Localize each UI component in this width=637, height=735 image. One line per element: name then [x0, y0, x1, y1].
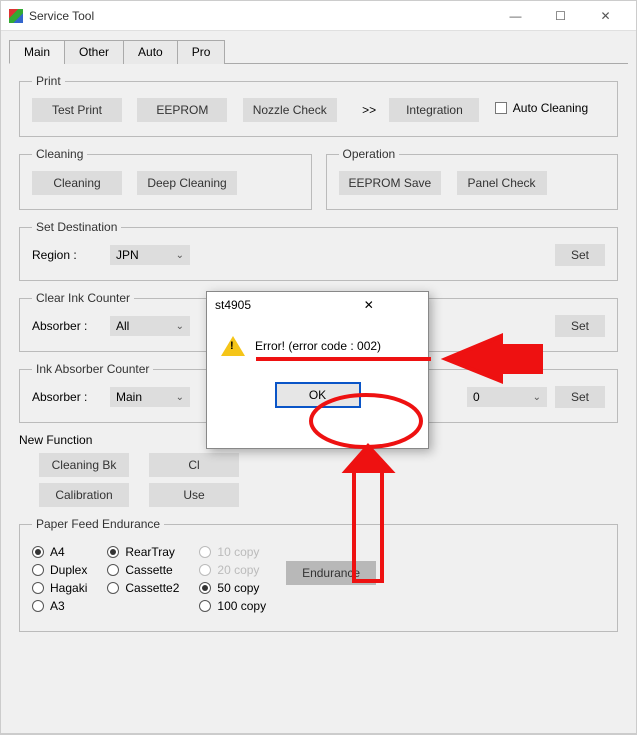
radio-icon — [107, 582, 119, 594]
absorber-label: Absorber : — [32, 319, 102, 333]
eeprom-save-button[interactable]: EEPROM Save — [339, 171, 442, 195]
radio-icon — [32, 546, 44, 558]
print-legend: Print — [32, 74, 65, 88]
radio-icon — [107, 564, 119, 576]
radio-10copy[interactable]: 10 copy — [199, 545, 266, 559]
dialog-title: st4905 — [215, 298, 318, 312]
error-dialog: st4905 ✕ Error! (error code : 002) OK — [206, 291, 429, 449]
absorber-value: All — [116, 319, 129, 333]
region-value: JPN — [116, 248, 139, 262]
copies-radiogroup: 10 copy 20 copy 50 copy 100 copy — [199, 541, 266, 617]
dialog-message: Error! (error code : 002) — [255, 339, 381, 353]
test-print-button[interactable]: Test Print — [32, 98, 122, 122]
tab-pro[interactable]: Pro — [177, 40, 226, 64]
radio-icon — [32, 564, 44, 576]
radio-hagaki[interactable]: Hagaki — [32, 581, 87, 595]
deep-cleaning-button[interactable]: Deep Cleaning — [137, 171, 236, 195]
set-destination-group: Set Destination Region : JPN ⌄ Set — [19, 220, 618, 281]
calibration-button[interactable]: Calibration — [39, 483, 129, 507]
radio-duplex[interactable]: Duplex — [32, 563, 87, 577]
radio-icon — [107, 546, 119, 558]
chevron-down-icon: ⌄ — [533, 392, 541, 403]
radio-100copy[interactable]: 100 copy — [199, 599, 266, 613]
integration-button[interactable]: Integration — [389, 98, 479, 122]
region-set-button[interactable]: Set — [555, 244, 605, 266]
paper-feed-legend: Paper Feed Endurance — [32, 517, 164, 531]
radio-a3[interactable]: A3 — [32, 599, 87, 613]
absorber-select[interactable]: All ⌄ — [110, 316, 190, 336]
cleaning-legend: Cleaning — [32, 147, 87, 161]
auto-cleaning-checkbox[interactable]: Auto Cleaning — [495, 101, 588, 115]
tab-main[interactable]: Main — [9, 40, 65, 64]
ink-absorber-select[interactable]: Main ⌄ — [110, 387, 190, 407]
maximize-button[interactable]: ☐ — [538, 9, 583, 23]
endurance-button[interactable]: Endurance — [286, 561, 376, 585]
tab-other[interactable]: Other — [64, 40, 124, 64]
radio-reartray[interactable]: RearTray — [107, 545, 179, 559]
window-title: Service Tool — [29, 9, 493, 23]
dialog-body: Error! (error code : 002) — [207, 318, 428, 374]
ink-absorber-label: Absorber : — [32, 390, 102, 404]
auto-cleaning-label: Auto Cleaning — [513, 101, 588, 115]
radio-cassette[interactable]: Cassette — [107, 563, 179, 577]
set-destination-legend: Set Destination — [32, 220, 121, 234]
eeprom-button[interactable]: EEPROM — [137, 98, 227, 122]
app-icon — [9, 9, 23, 23]
chevron-down-icon: ⌄ — [176, 250, 184, 261]
ink-absorber-num-select[interactable]: 0 ⌄ — [467, 387, 547, 407]
cleaning-group: Cleaning Cleaning Deep Cleaning — [19, 147, 312, 210]
nozzle-check-button[interactable]: Nozzle Check — [243, 98, 337, 122]
tray-radiogroup: RearTray Cassette Cassette2 — [107, 541, 179, 599]
ink-absorber-set-button[interactable]: Set — [555, 386, 605, 408]
panel-check-button[interactable]: Panel Check — [457, 171, 547, 195]
dialog-ok-button[interactable]: OK — [275, 382, 361, 408]
titlebar: Service Tool — ☐ ✕ — [1, 1, 636, 31]
radio-icon — [199, 582, 211, 594]
radio-cassette2[interactable]: Cassette2 — [107, 581, 179, 595]
operation-group: Operation EEPROM Save Panel Check — [326, 147, 619, 210]
skip-icon: >> — [362, 103, 376, 117]
radio-a4[interactable]: A4 — [32, 545, 87, 559]
radio-icon — [199, 600, 211, 612]
cleaning-bk-button[interactable]: Cleaning Bk — [39, 453, 129, 477]
radio-50copy[interactable]: 50 copy — [199, 581, 266, 595]
chevron-down-icon: ⌄ — [176, 321, 184, 332]
tab-bar: Main Other Auto Pro — [9, 39, 628, 64]
radio-icon — [199, 564, 211, 576]
radio-icon — [32, 582, 44, 594]
paper-feed-group: Paper Feed Endurance A4 Duplex Hagaki A3… — [19, 517, 618, 632]
region-label: Region : — [32, 248, 102, 262]
radio-icon — [199, 546, 211, 558]
minimize-button[interactable]: — — [493, 9, 538, 23]
radio-icon — [32, 600, 44, 612]
operation-legend: Operation — [339, 147, 400, 161]
cleaning-button[interactable]: Cleaning — [32, 171, 122, 195]
cleaning-cl-button[interactable]: Cl — [149, 453, 239, 477]
dialog-titlebar: st4905 ✕ — [207, 292, 428, 318]
close-button[interactable]: ✕ — [583, 9, 628, 23]
radio-20copy[interactable]: 20 copy — [199, 563, 266, 577]
checkbox-icon — [495, 102, 507, 114]
clear-ink-legend: Clear Ink Counter — [32, 291, 134, 305]
app-window: Service Tool — ☐ ✕ Main Other Auto Pro P… — [0, 0, 637, 734]
region-select[interactable]: JPN ⌄ — [110, 245, 190, 265]
use-button[interactable]: Use — [149, 483, 239, 507]
warning-icon — [221, 336, 245, 356]
print-group: Print Test Print EEPROM Nozzle Check >> … — [19, 74, 618, 137]
tab-auto[interactable]: Auto — [123, 40, 178, 64]
ink-absorber-num-value: 0 — [473, 390, 480, 404]
dialog-close-button[interactable]: ✕ — [318, 298, 421, 312]
paper-size-radiogroup: A4 Duplex Hagaki A3 — [32, 541, 87, 617]
ink-absorber-value: Main — [116, 390, 142, 404]
ink-absorber-legend: Ink Absorber Counter — [32, 362, 153, 376]
clear-ink-set-button[interactable]: Set — [555, 315, 605, 337]
chevron-down-icon: ⌄ — [176, 392, 184, 403]
